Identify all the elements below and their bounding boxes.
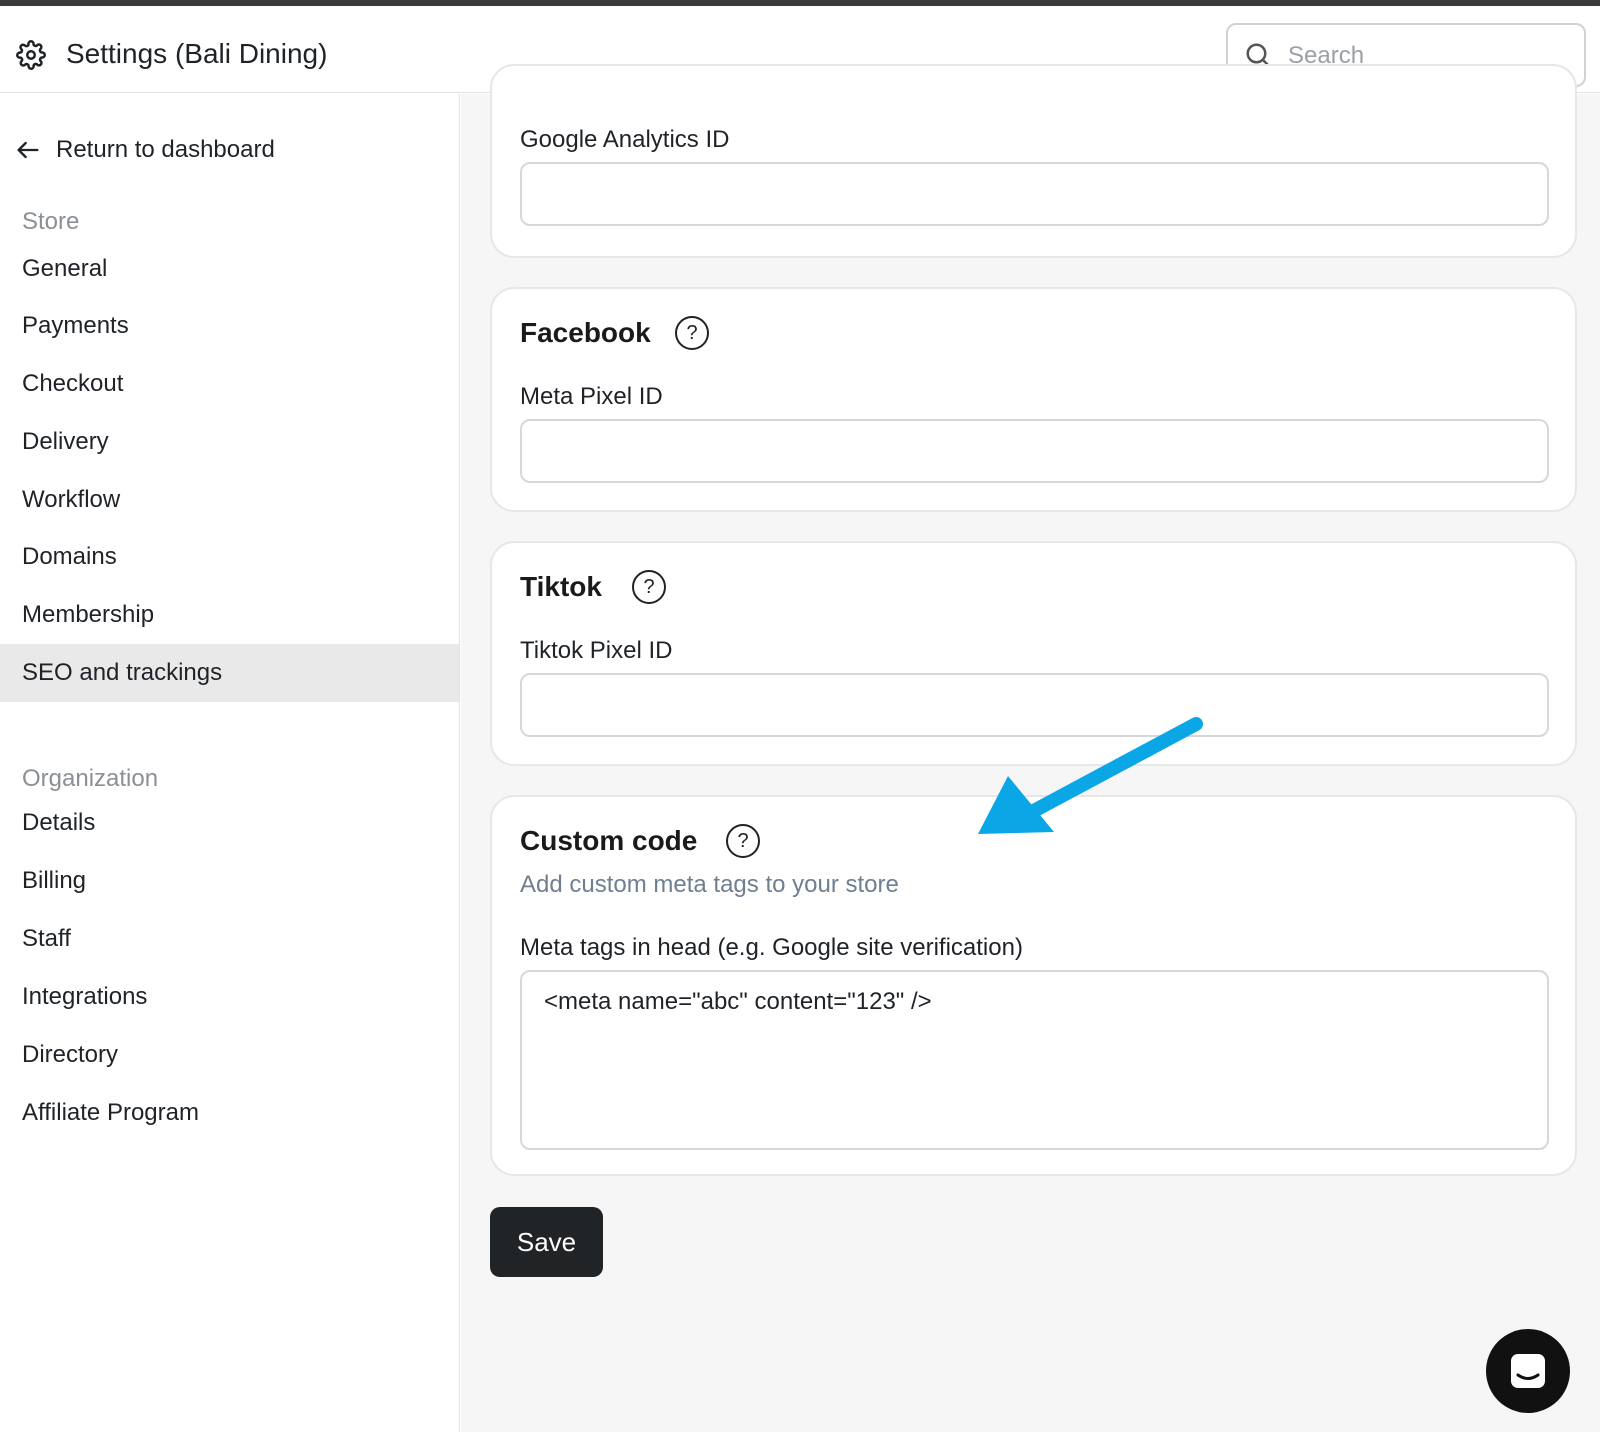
sidebar-item-checkout[interactable]: Checkout bbox=[0, 355, 459, 413]
sidebar-item-seo-and-trackings[interactable]: SEO and trackings bbox=[0, 644, 459, 702]
google-analytics-card: Google Analytics ID bbox=[490, 64, 1577, 258]
page-title: Settings (Bali Dining) bbox=[66, 38, 328, 69]
section-title-store: Store bbox=[22, 208, 80, 235]
annotation-arrow bbox=[978, 717, 1203, 834]
sidebar-item-delivery[interactable]: Delivery bbox=[0, 413, 459, 471]
sidebar-item-billing[interactable]: Billing bbox=[0, 852, 459, 910]
sidebar-item-affiliate-program[interactable]: Affiliate Program bbox=[0, 1084, 459, 1142]
meta-pixel-label: Meta Pixel ID bbox=[520, 383, 663, 410]
custom-code-help-icon[interactable]: ? bbox=[726, 824, 760, 858]
facebook-help-icon[interactable]: ? bbox=[675, 316, 709, 350]
chat-launcher-button[interactable] bbox=[1486, 1329, 1570, 1413]
google-analytics-label: Google Analytics ID bbox=[520, 126, 730, 153]
sidebar-item-directory[interactable]: Directory bbox=[0, 1026, 459, 1084]
google-analytics-id-input[interactable] bbox=[520, 162, 1549, 226]
sidebar-item-membership[interactable]: Membership bbox=[0, 586, 459, 644]
section-title-organization: Organization bbox=[22, 765, 159, 792]
meta-pixel-id-input[interactable] bbox=[520, 419, 1549, 483]
sidebar-item-staff[interactable]: Staff bbox=[0, 910, 459, 968]
return-to-dashboard-link[interactable]: Return to dashboard bbox=[14, 130, 275, 170]
facebook-card: Facebook ? Meta Pixel ID bbox=[490, 287, 1577, 512]
custom-code-card: Custom code ? Add custom meta tags to yo… bbox=[490, 795, 1577, 1176]
custom-code-description: Add custom meta tags to your store bbox=[520, 871, 899, 898]
chat-icon bbox=[1511, 1354, 1545, 1388]
meta-tags-label: Meta tags in head (e.g. Google site veri… bbox=[520, 934, 1023, 961]
tiktok-title: Tiktok bbox=[520, 571, 602, 602]
arrow-left-icon bbox=[17, 141, 39, 159]
tiktok-pixel-label: Tiktok Pixel ID bbox=[520, 637, 673, 664]
save-button[interactable]: Save bbox=[490, 1207, 603, 1277]
meta-tags-textarea[interactable] bbox=[520, 970, 1549, 1150]
facebook-title: Facebook bbox=[520, 317, 651, 348]
gear-icon bbox=[16, 40, 46, 70]
tiktok-help-icon[interactable]: ? bbox=[632, 570, 666, 604]
sidebar-item-domains[interactable]: Domains bbox=[0, 528, 459, 586]
sidebar: Return to dashboard Store General Paymen… bbox=[0, 94, 460, 1432]
sidebar-item-general[interactable]: General bbox=[0, 240, 459, 298]
sidebar-item-details[interactable]: Details bbox=[0, 794, 459, 852]
sidebar-item-integrations[interactable]: Integrations bbox=[0, 968, 459, 1026]
sidebar-item-workflow[interactable]: Workflow bbox=[0, 471, 459, 529]
sidebar-item-payments[interactable]: Payments bbox=[0, 297, 459, 355]
custom-code-title: Custom code bbox=[520, 825, 698, 856]
return-to-dashboard-label: Return to dashboard bbox=[56, 136, 275, 163]
